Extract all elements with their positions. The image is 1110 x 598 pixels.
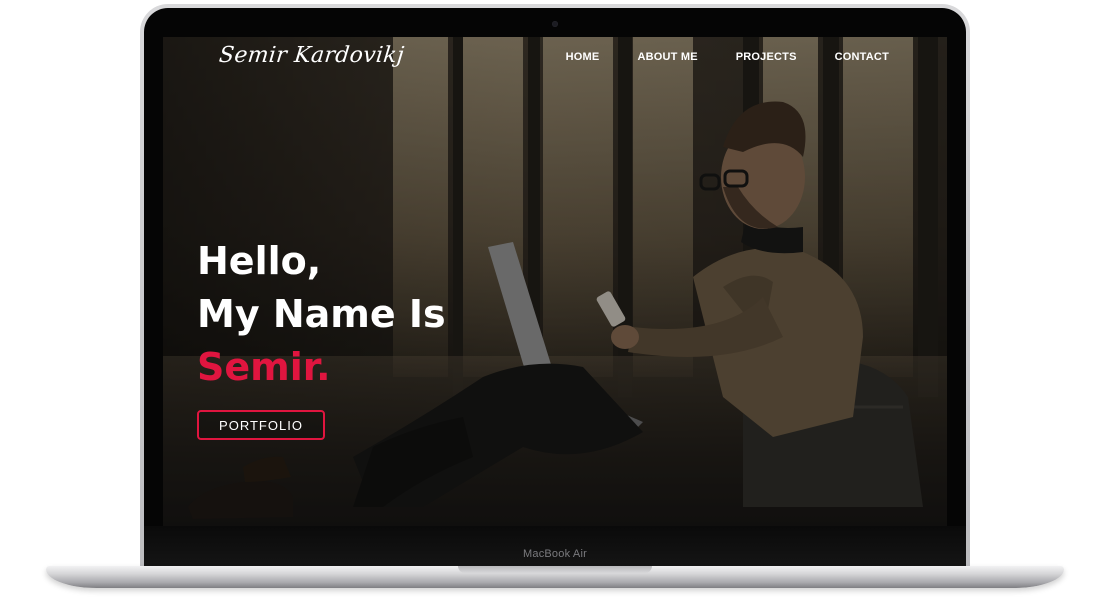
main-nav: HOME ABOUT ME PROJECTS CONTACT: [566, 51, 889, 63]
portfolio-button[interactable]: PORTFOLIO: [197, 410, 325, 440]
camera-icon: [552, 21, 558, 27]
hero-greeting: Hello,: [197, 239, 322, 283]
hero-name: Semir.: [197, 345, 331, 389]
laptop-model-label: MacBook Air: [523, 548, 587, 560]
laptop-mockup: Semir Kardovikj HOME ABOUT ME PROJECTS C…: [0, 0, 1110, 598]
laptop-opening-notch: [458, 566, 652, 573]
nav-contact[interactable]: CONTACT: [835, 51, 889, 63]
hero-intro: My Name Is: [197, 292, 446, 336]
site-logo[interactable]: Semir Kardovikj: [218, 43, 406, 68]
nav-about-me[interactable]: ABOUT ME: [637, 51, 697, 63]
hero-heading: Hello, My Name Is Semir.: [197, 235, 446, 394]
laptop-chin: [144, 526, 966, 568]
nav-home[interactable]: HOME: [566, 51, 600, 63]
nav-projects[interactable]: PROJECTS: [736, 51, 797, 63]
laptop-screen: Semir Kardovikj HOME ABOUT ME PROJECTS C…: [163, 37, 947, 526]
